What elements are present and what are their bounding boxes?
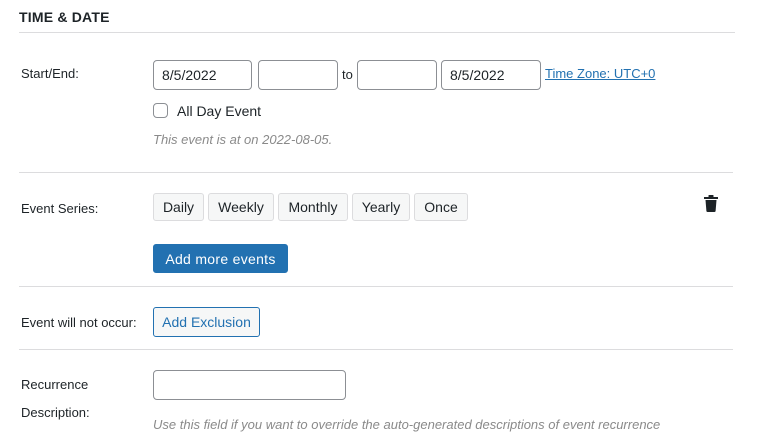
exclusion-label: Event will not occur: xyxy=(21,315,137,330)
event-series-label: Event Series: xyxy=(21,201,99,216)
series-once-button[interactable]: Once xyxy=(414,193,468,221)
series-daily-button[interactable]: Daily xyxy=(153,193,204,221)
series-weekly-button[interactable]: Weekly xyxy=(208,193,274,221)
series-monthly-button[interactable]: Monthly xyxy=(278,193,348,221)
recurrence-hint: Use this field if you want to override t… xyxy=(153,417,661,432)
end-time-input[interactable] xyxy=(357,60,437,90)
add-exclusion-button[interactable]: Add Exclusion xyxy=(153,307,260,337)
section-divider xyxy=(19,32,735,33)
recurrence-label-line2: Description: xyxy=(21,405,90,420)
section-title: TIME & DATE xyxy=(19,9,110,25)
start-end-label: Start/End: xyxy=(21,66,79,81)
row-divider xyxy=(19,286,733,287)
start-time-input[interactable] xyxy=(258,60,338,90)
row-divider xyxy=(19,172,733,173)
timezone-link[interactable]: Time Zone: UTC+0 xyxy=(545,66,655,81)
all-day-label[interactable]: All Day Event xyxy=(177,103,261,119)
add-more-events-button[interactable]: Add more events xyxy=(153,244,288,273)
to-label: to xyxy=(342,67,353,82)
trash-icon[interactable] xyxy=(704,195,718,212)
series-yearly-button[interactable]: Yearly xyxy=(352,193,410,221)
end-date-input[interactable] xyxy=(441,60,541,90)
recurrence-label-line1: Recurrence xyxy=(21,377,89,392)
start-date-input[interactable] xyxy=(153,60,252,90)
all-day-checkbox[interactable] xyxy=(153,103,168,118)
recurrence-description-input[interactable] xyxy=(153,370,346,400)
row-divider xyxy=(19,349,733,350)
event-summary: This event is at on 2022-08-05. xyxy=(153,132,333,147)
